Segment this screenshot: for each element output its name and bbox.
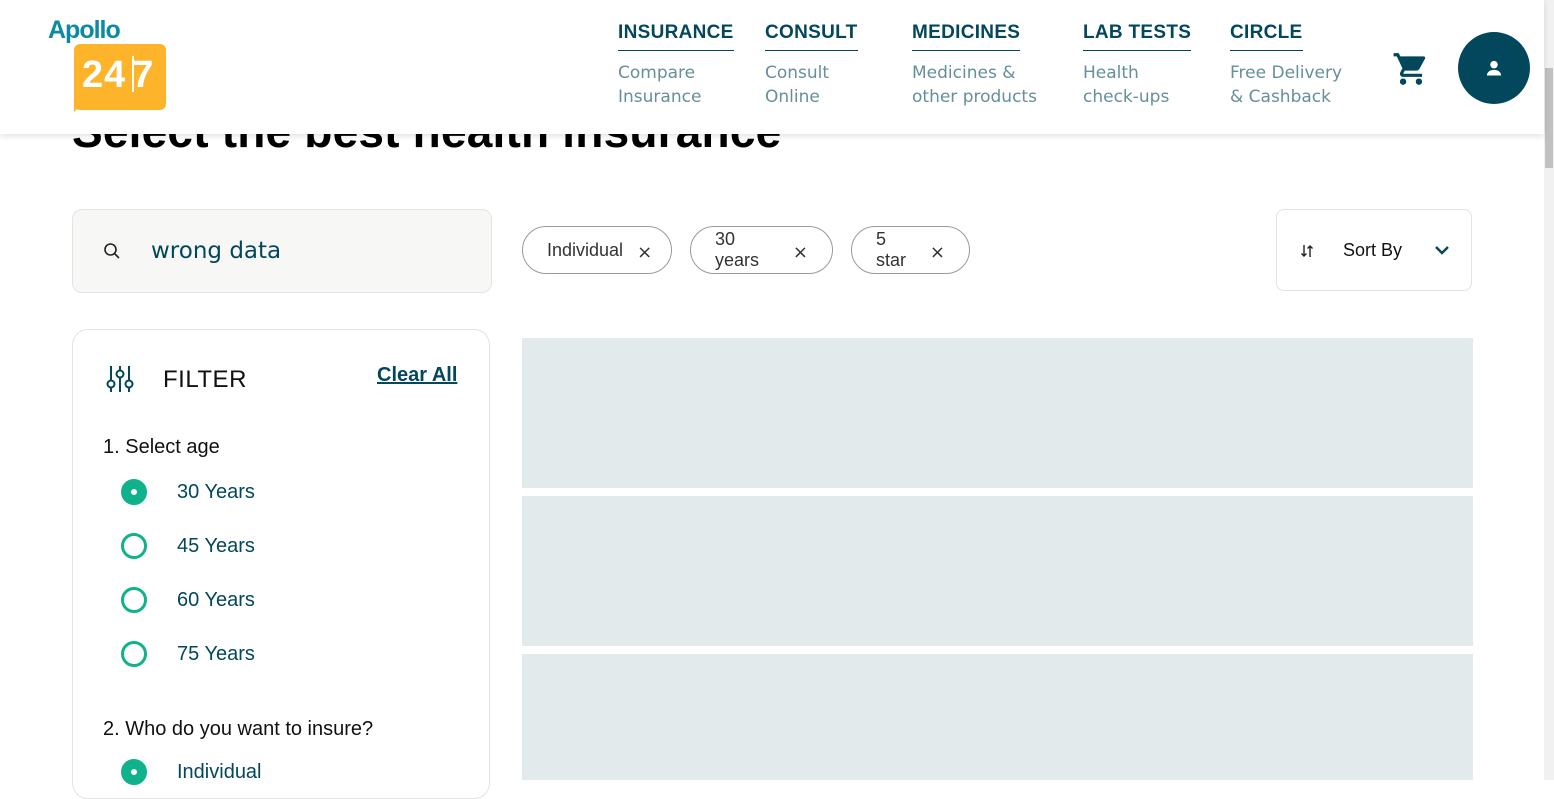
nav-circle[interactable]: CIRCLE Free Delivery & Cashback <box>1230 22 1350 109</box>
radio-option-60-years[interactable]: 60 Years <box>121 584 255 616</box>
radio-option-30-years[interactable]: 30 Years <box>121 476 255 508</box>
loading-card-placeholder <box>522 654 1473 780</box>
radio-label: 30 Years <box>177 480 255 503</box>
apollo-logo[interactable]: Apollo 24 7 <box>46 16 170 116</box>
chevron-down-icon <box>1435 246 1449 255</box>
filter-title: FILTER <box>163 366 247 393</box>
radio-button-checked[interactable] <box>121 759 147 785</box>
nav-title-consult[interactable]: CONSULT <box>765 22 858 51</box>
sort-label: Sort By <box>1343 240 1403 260</box>
nav-lab-tests[interactable]: LAB TESTS Health check-ups <box>1083 22 1192 109</box>
nav-subtitle-consult[interactable]: Consult Online <box>765 61 855 109</box>
filter-chip-5-star[interactable]: 5 star × <box>851 226 970 274</box>
search-icon <box>104 243 120 259</box>
nav-subtitle-insurance[interactable]: Compare Insurance <box>618 61 718 109</box>
nav-title-insurance[interactable]: INSURANCE <box>618 22 734 51</box>
close-icon[interactable]: × <box>637 242 652 263</box>
radio-label: 75 Years <box>177 642 255 665</box>
filter-chip-30-years[interactable]: 30 years × <box>690 226 833 274</box>
site-header: Apollo 24 7 INSURANCE Compare Insurance C… <box>0 0 1544 134</box>
sort-dropdown[interactable]: Sort By <box>1276 209 1472 291</box>
close-icon[interactable]: × <box>930 242 945 263</box>
chip-label: 5 star <box>876 229 907 270</box>
logo-text: Apollo <box>48 16 121 44</box>
clear-all-link[interactable]: Clear All <box>377 364 457 387</box>
search-bar[interactable] <box>72 209 492 293</box>
profile-button[interactable] <box>1458 32 1530 104</box>
user-icon <box>1486 60 1502 76</box>
loading-card-placeholder <box>522 496 1473 646</box>
shopping-cart-icon[interactable] <box>1392 50 1430 88</box>
radio-button[interactable] <box>121 641 147 667</box>
search-input[interactable] <box>151 232 471 270</box>
nav-title-lab-tests[interactable]: LAB TESTS <box>1083 22 1192 51</box>
nav-title-medicines[interactable]: MEDICINES <box>912 22 1021 51</box>
sort-arrows-icon <box>1301 245 1313 257</box>
section-title-age: 1. Select age <box>103 436 220 458</box>
chip-label: 30 years <box>715 229 760 270</box>
nav-subtitle-circle[interactable]: Free Delivery & Cashback <box>1230 61 1350 109</box>
nav-subtitle-medicines[interactable]: Medicines & other products <box>912 61 1062 109</box>
radio-option-75-years[interactable]: 75 Years <box>121 638 255 670</box>
nav-medicines[interactable]: MEDICINES Medicines & other products <box>912 22 1062 109</box>
nav-title-circle[interactable]: CIRCLE <box>1230 22 1303 51</box>
filter-chip-individual[interactable]: Individual × <box>522 226 672 274</box>
radio-option-45-years[interactable]: 45 Years <box>121 530 255 562</box>
radio-button[interactable] <box>121 587 147 613</box>
nav-subtitle-lab-tests[interactable]: Health check-ups <box>1083 61 1183 109</box>
scrollbar-thumb[interactable] <box>1545 68 1553 168</box>
chip-label: Individual <box>547 239 624 260</box>
section-title-insure: 2. Who do you want to insure? <box>103 718 374 740</box>
radio-label: 45 Years <box>177 534 255 557</box>
filter-panel: FILTER Clear All 1. Select age 30 Years … <box>72 329 490 799</box>
nav-insurance[interactable]: INSURANCE Compare Insurance <box>618 22 734 109</box>
close-icon[interactable]: × <box>793 242 808 263</box>
nav-consult[interactable]: CONSULT Consult Online <box>765 22 858 109</box>
radio-button[interactable] <box>121 533 147 559</box>
page-scrollbar[interactable] <box>1544 0 1554 780</box>
radio-label: Individual <box>177 760 262 783</box>
radio-label: 60 Years <box>177 588 255 611</box>
sliders-icon <box>106 366 134 392</box>
loading-card-placeholder <box>522 338 1473 488</box>
radio-option-individual[interactable]: Individual <box>121 756 262 788</box>
logo-number: 24 7 <box>82 54 155 96</box>
radio-button-checked[interactable] <box>121 479 147 505</box>
